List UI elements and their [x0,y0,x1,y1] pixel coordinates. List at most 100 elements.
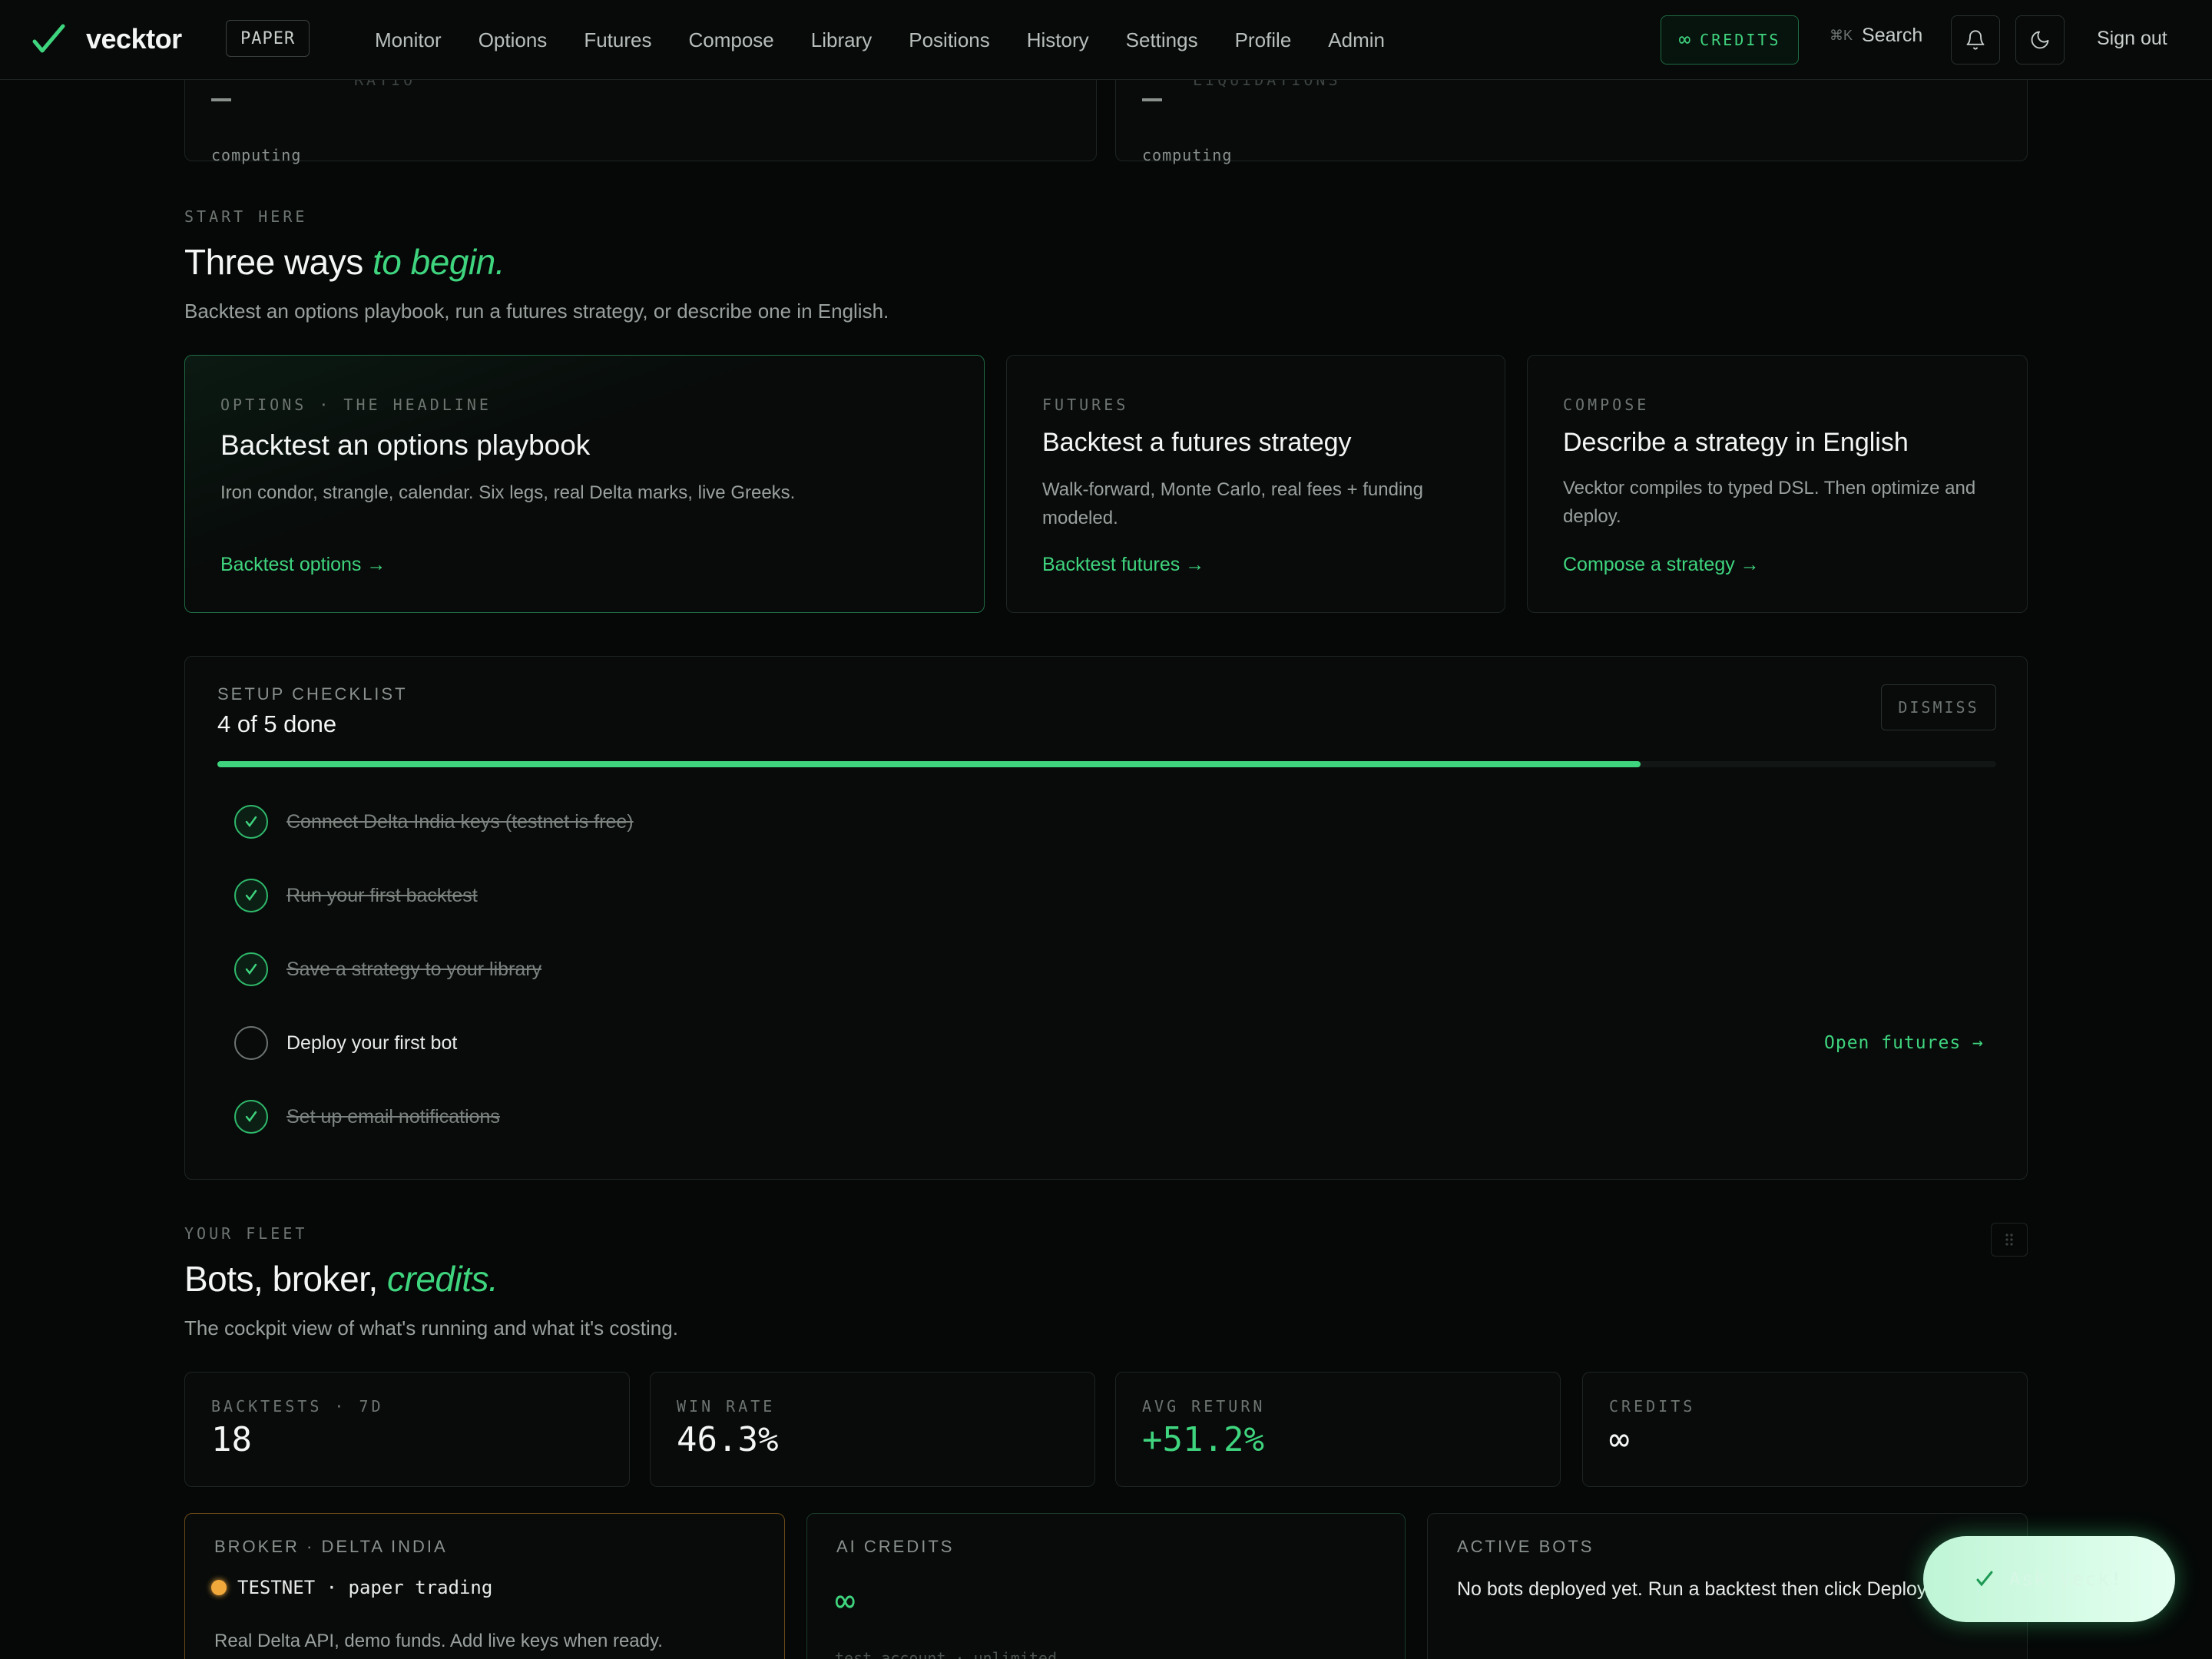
broker-status: TESTNET · paper trading [211,1577,492,1598]
stat-value: ∞ [1609,1420,1630,1459]
broker-eyebrow: BROKER · DELTA INDIA [214,1537,448,1556]
vecktor-logo-icon[interactable] [32,23,68,55]
checkmark-icon [234,805,268,839]
stat-label: WIN RATE [677,1397,776,1416]
active-bots-desc: No bots deployed yet. Run a backtest the… [1457,1578,1931,1600]
compose-strategy-link[interactable]: Compose a strategy → [1563,554,1760,576]
nav-link-compose[interactable]: Compose [688,28,773,52]
checklist-progress-track [217,761,1996,767]
credits-label: CREDITS [1700,31,1781,49]
empty-circle-icon [234,1026,268,1060]
ai-credits-card[interactable]: AI CREDITS ∞ test account · unlimited [806,1513,1406,1659]
checklist-progress-text: 4 of 5 done [217,710,337,737]
card-desc: Vecktor compiles to typed DSL. Then opti… [1563,478,1976,527]
start-subtitle: Backtest an options playbook, run a futu… [184,300,889,323]
nav-link-library[interactable]: Library [811,28,872,52]
stat-label: BACKTESTS · 7D [211,1397,384,1416]
card-eyebrow: OPTIONS · THE HEADLINE [220,396,492,414]
broker-desc: Real Delta API, demo funds. Add live key… [214,1631,663,1651]
fleet-title-main: Bots, broker, [184,1259,388,1299]
checkmark-icon [234,879,268,912]
futures-card[interactable]: FUTURES Backtest a futures strategy Walk… [1006,355,1505,613]
checkmark-icon [234,952,268,986]
card-desc: Walk-forward, Monte Carlo, real fees + f… [1042,479,1423,528]
ask-veck-button[interactable]: Ask Veck! [1923,1536,2175,1622]
checklist-item-email-notifications[interactable]: Set up email notifications [234,1098,500,1136]
status-dot-icon [211,1580,227,1595]
nav-link-settings[interactable]: Settings [1126,28,1198,52]
bell-icon [1966,30,1985,50]
metric-status: computing [1142,146,1233,164]
card-eyebrow: FUTURES [1042,396,1129,414]
options-card[interactable]: OPTIONS · THE HEADLINE Backtest an optio… [184,355,985,613]
card-title: Backtest an options playbook [220,429,591,461]
broker-card[interactable]: BROKER · DELTA INDIA TESTNET · paper tra… [184,1513,785,1659]
checklist-eyebrow: SETUP CHECKLIST [217,684,408,704]
ai-credits-sub: test account · unlimited [835,1649,1057,1659]
search-shortcut: ⌘K [1830,28,1853,43]
stat-label: CREDITS [1609,1397,1696,1416]
stat-credits: CREDITS ∞ [1582,1372,2028,1487]
nav-link-futures[interactable]: Futures [584,28,651,52]
checklist-item-label: Run your first backtest [286,884,478,906]
active-bots-eyebrow: ACTIVE BOTS [1457,1537,1594,1556]
nav-link-profile[interactable]: Profile [1235,28,1292,52]
metric-status: computing [211,146,302,164]
nav-links: Monitor Options Futures Compose Library … [375,0,1385,80]
start-title-main: Three ways [184,242,373,282]
start-title: Three ways to begin. [184,241,505,283]
top-nav: vecktor PAPER Monitor Options Futures Co… [0,0,2212,80]
checklist-item-label: Deploy your first bot [286,1031,458,1054]
nav-link-options[interactable]: Options [478,28,548,52]
backtest-futures-link[interactable]: Backtest futures → [1042,554,1204,576]
metric-value-dash [1142,98,1162,101]
search-label: Search [1862,25,1923,46]
notifications-button[interactable] [1951,15,2000,65]
paper-mode-badge: PAPER [226,20,310,57]
backtest-options-link[interactable]: Backtest options → [220,554,386,576]
checklist-item-label: Save a strategy to your library [286,958,542,980]
stat-value: +51.2% [1142,1420,1264,1459]
dismiss-button[interactable]: DISMISS [1881,684,1996,730]
stat-win-rate: WIN RATE 46.3% [650,1372,1095,1487]
infinity-icon: ∞ [1678,28,1691,51]
search-button[interactable]: ⌘K Search [1830,25,1922,47]
checklist-item-first-backtest[interactable]: Run your first backtest [234,876,478,915]
card-title: Describe a strategy in English [1563,428,1909,457]
drag-handle-button[interactable] [1991,1223,2028,1257]
start-title-accent: to begin. [373,242,505,282]
ask-veck-label: Ask Veck! [2008,1568,2124,1590]
stat-label: AVG RETURN [1142,1397,1266,1416]
card-eyebrow: COMPOSE [1563,396,1650,414]
nav-link-admin[interactable]: Admin [1328,28,1385,52]
checklist-item-deploy-bot[interactable]: Deploy your first bot [234,1024,457,1062]
checklist-item-save-strategy[interactable]: Save a strategy to your library [234,950,541,988]
vecktor-mark-icon [1976,1571,1993,1587]
sign-out-link[interactable]: Sign out [2097,28,2167,50]
stat-value: 46.3% [677,1420,779,1459]
stat-value: 18 [211,1420,252,1459]
ai-credits-value: ∞ [835,1581,856,1621]
stat-avg-return: AVG RETURN +51.2% [1115,1372,1561,1487]
fleet-subtitle: The cockpit view of what's running and w… [184,1316,678,1339]
nav-link-history[interactable]: History [1027,28,1089,52]
fleet-title: Bots, broker, credits. [184,1258,498,1300]
checklist-progress-fill [217,761,1641,767]
nav-link-positions[interactable]: Positions [909,28,990,52]
open-futures-link[interactable]: Open futures → [1824,1033,1984,1053]
setup-checklist: SETUP CHECKLIST 4 of 5 done DISMISS Conn… [184,656,2028,1180]
compose-card[interactable]: COMPOSE Describe a strategy in English V… [1527,355,2028,613]
fleet-eyebrow: YOUR FLEET [184,1224,308,1243]
moon-icon [2031,31,2049,49]
checklist-item-connect-keys[interactable]: Connect Delta India keys (testnet is fre… [234,803,634,841]
brand-name[interactable]: vecktor [86,23,182,55]
checkmark-icon [234,1100,268,1134]
stat-backtests: BACKTESTS · 7D 18 [184,1372,630,1487]
ai-credits-eyebrow: AI CREDITS [836,1537,955,1556]
metric-value-dash [211,98,231,101]
nav-link-monitor[interactable]: Monitor [375,28,442,52]
theme-toggle-button[interactable] [2015,15,2065,65]
fleet-title-accent: credits. [387,1259,498,1299]
credits-button[interactable]: ∞ CREDITS [1661,15,1799,65]
grip-icon [2005,1233,2013,1246]
